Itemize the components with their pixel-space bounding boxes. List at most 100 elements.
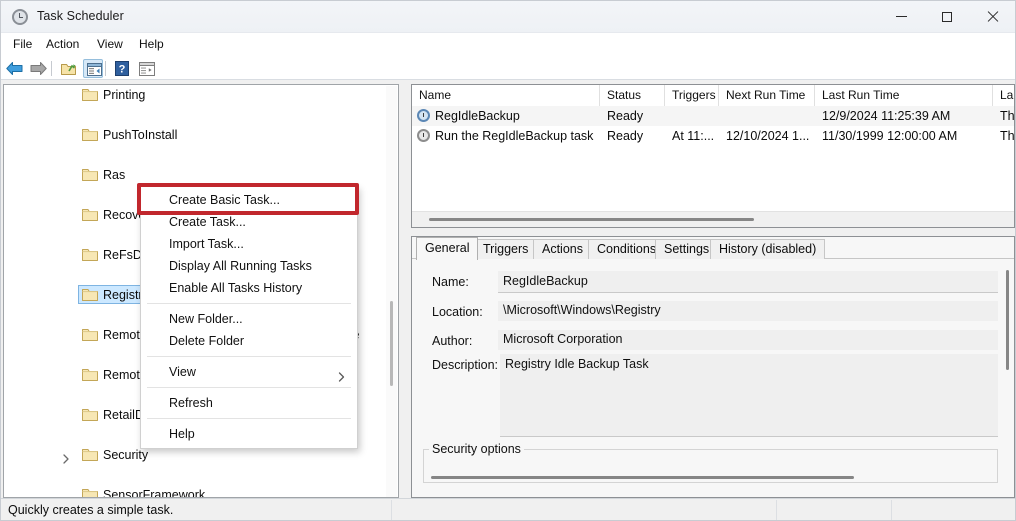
folder-icon xyxy=(82,88,98,102)
task-status: Ready xyxy=(607,129,644,143)
context-menu-item-label: Enable All Tasks History xyxy=(169,281,303,295)
task-list-header: Name Status Triggers Next Run Time Last Run … xyxy=(412,85,1014,107)
close-button[interactable] xyxy=(970,1,1015,32)
tree-vertical-scrollbar[interactable] xyxy=(386,86,397,497)
description-label: Description: xyxy=(432,358,498,372)
context-menu-item-help[interactable]: Help xyxy=(141,423,357,445)
context-menu-item-create-task[interactable]: Create Task... xyxy=(141,211,357,233)
task-row[interactable]: Run the RegIdleBackup task Ready At 11:...… xyxy=(412,126,1014,146)
folder-icon xyxy=(82,208,98,222)
toolbar: ? xyxy=(1,56,1015,80)
tree-item-label: PushToInstall xyxy=(103,128,178,142)
task-next-run-time: 12/10/2024 1... xyxy=(726,129,810,143)
help-question-icon: ? xyxy=(115,61,129,76)
column-header-status[interactable]: Status xyxy=(600,85,665,106)
folder-icon xyxy=(82,448,98,462)
maximize-button[interactable] xyxy=(924,1,970,32)
close-icon xyxy=(987,11,999,23)
task-list-scrollbar-thumb[interactable] xyxy=(429,218,754,221)
folder-icon xyxy=(82,368,98,382)
task-status: Ready xyxy=(607,109,644,123)
task-last-run-time: 12/9/2024 11:25:39 AM xyxy=(822,109,951,123)
detail-vertical-scrollbar[interactable] xyxy=(1002,260,1013,497)
context-menu-separator xyxy=(147,418,351,419)
context-menu-item-refresh[interactable]: Refresh xyxy=(141,392,357,414)
status-divider xyxy=(891,500,892,520)
folder-icon xyxy=(82,128,98,142)
context-menu-item-enable-all-tasks-history[interactable]: Enable All Tasks History xyxy=(141,277,357,299)
title-bar: Task Scheduler xyxy=(1,1,1015,33)
name-field[interactable]: RegIdleBackup xyxy=(498,271,998,293)
name-value: RegIdleBackup xyxy=(503,274,588,288)
column-header-name[interactable]: Name xyxy=(412,85,600,106)
folder-icon xyxy=(82,168,98,182)
back-arrow-icon xyxy=(6,62,23,75)
clock-icon xyxy=(12,9,28,25)
task-triggers: At 11:... xyxy=(672,129,715,143)
menu-action[interactable]: Action xyxy=(39,36,86,53)
context-menu-item-label: New Folder... xyxy=(169,312,243,326)
task-row[interactable]: RegIdleBackup Ready 12/9/2024 11:25:39 AM T… xyxy=(412,106,1014,126)
description-field[interactable]: Registry Idle Backup Task xyxy=(500,354,998,437)
forward-button[interactable] xyxy=(29,59,49,78)
context-menu-item-label: View xyxy=(169,365,196,379)
tab-history[interactable]: History (disabled) xyxy=(710,239,826,259)
column-header-triggers[interactable]: Triggers xyxy=(665,85,719,106)
tree-item-ras[interactable]: Ras xyxy=(4,165,388,185)
menu-file[interactable]: File xyxy=(6,36,39,53)
tab-actions[interactable]: Actions xyxy=(533,239,592,259)
tab-conditions[interactable]: Conditions xyxy=(588,239,666,259)
tree-item-pushtoinstall[interactable]: PushToInstall xyxy=(4,125,388,145)
location-field: \Microsoft\Windows\Registry xyxy=(498,301,998,321)
context-menu-item-label: Help xyxy=(169,427,195,441)
folder-icon xyxy=(82,248,98,262)
task-next-run-time xyxy=(726,106,814,126)
show-hide-tree-button[interactable] xyxy=(83,59,103,78)
context-menu-separator xyxy=(147,303,351,304)
context-menu-item-new-folder[interactable]: New Folder... xyxy=(141,308,357,330)
detail-horizontal-scrollbar-thumb[interactable] xyxy=(431,476,854,479)
location-label: Location: xyxy=(432,305,483,319)
detail-scrollbar-thumb[interactable] xyxy=(1006,270,1009,370)
tree-scrollbar-thumb[interactable] xyxy=(390,301,393,386)
chevron-right-icon[interactable] xyxy=(62,450,71,464)
context-menu-item-label: Refresh xyxy=(169,396,213,410)
folder-icon xyxy=(82,488,98,497)
context-menu-item-display-all-running-tasks[interactable]: Display All Running Tasks xyxy=(141,255,357,277)
context-menu-separator xyxy=(147,387,351,388)
context-menu-item-create-basic-task[interactable]: Create Basic Task... xyxy=(141,189,357,211)
folder-icon xyxy=(82,328,98,342)
tab-triggers[interactable]: Triggers xyxy=(474,239,538,259)
clock-icon xyxy=(417,129,430,142)
task-name: Run the RegIdleBackup task xyxy=(435,129,594,143)
tree-item-sensorframework[interactable]: SensorFramework xyxy=(4,485,388,497)
description-value: Registry Idle Backup Task xyxy=(505,357,649,371)
context-menu-item-delete-folder[interactable]: Delete Folder xyxy=(141,330,357,352)
up-folder-button[interactable] xyxy=(59,59,79,78)
menu-view[interactable]: View xyxy=(90,36,130,53)
maximize-icon xyxy=(942,11,952,22)
menu-help[interactable]: Help xyxy=(132,36,171,53)
minimize-button[interactable] xyxy=(878,1,924,32)
tab-general[interactable]: General xyxy=(416,237,479,260)
folder-icon xyxy=(82,408,98,422)
context-menu-item-import-task[interactable]: Import Task... xyxy=(141,233,357,255)
tab-settings[interactable]: Settings xyxy=(655,239,719,259)
tree-item-label: Printing xyxy=(103,88,146,102)
task-last-extra: Th xyxy=(1000,129,1015,143)
column-header-la[interactable]: La xyxy=(993,85,1014,106)
task-list-horizontal-scrollbar[interactable] xyxy=(412,211,1014,227)
column-header-last-run-time[interactable]: Last Run Time xyxy=(815,85,993,106)
security-options-title: Security options xyxy=(429,442,524,456)
status-divider xyxy=(776,500,777,520)
task-last-run-time: 11/30/1999 12:00:00 AM xyxy=(822,129,958,143)
help-button[interactable]: ? xyxy=(113,59,133,78)
properties-button[interactable] xyxy=(137,59,157,78)
back-button[interactable] xyxy=(5,59,25,78)
column-header-next-run-time[interactable]: Next Run Time xyxy=(719,85,815,106)
task-scheduler-window: Task Scheduler File Action View Help ? P… xyxy=(0,0,1016,521)
context-menu-item-view[interactable]: View xyxy=(141,361,357,383)
context-menu-item-label: Import Task... xyxy=(169,237,244,251)
tree-item-printing[interactable]: Printing xyxy=(4,85,388,105)
task-detail-pane: General Triggers Actions Conditions Sett… xyxy=(411,236,1015,498)
